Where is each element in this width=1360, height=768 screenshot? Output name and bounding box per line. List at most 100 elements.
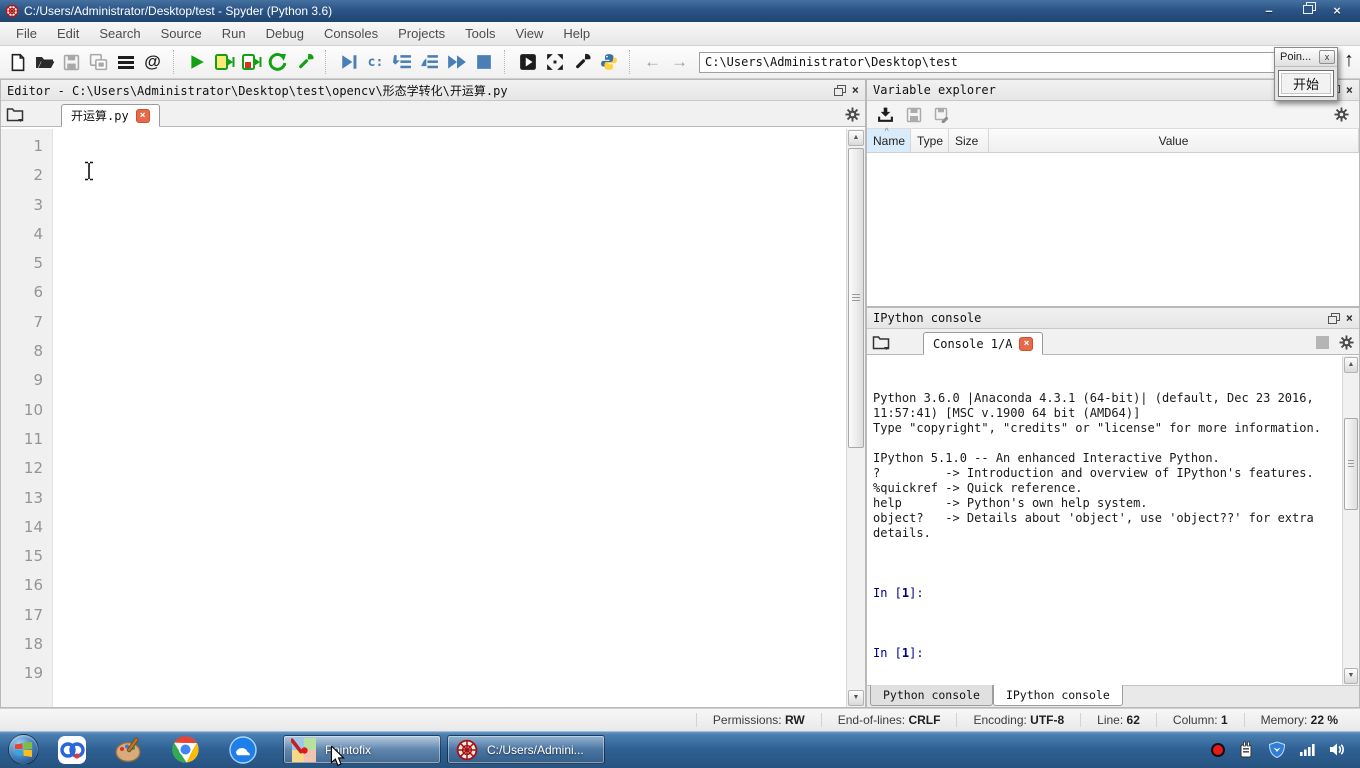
outline-list-icon [117, 55, 134, 69]
new-file-button[interactable] [4, 49, 31, 76]
scroll-down-button[interactable]: ▼ [848, 690, 864, 706]
menu-item[interactable]: Debug [256, 23, 314, 44]
maximize-pane-button[interactable] [514, 49, 541, 76]
menu-item[interactable]: Search [89, 23, 150, 44]
editor-options-gear-icon[interactable] [845, 107, 860, 122]
pointofix-mini-window[interactable]: Poin... x 开始 [1274, 47, 1338, 101]
pointofix-start-button[interactable]: 开始 [1278, 70, 1334, 97]
menu-item[interactable]: File [6, 23, 47, 44]
close-pane-icon[interactable]: × [1346, 84, 1353, 96]
column-header-value[interactable]: Value [989, 129, 1359, 152]
pinned-app-chrome[interactable] [169, 733, 202, 766]
scrollbar-thumb[interactable] [1344, 418, 1358, 510]
interrupt-kernel-icon[interactable] [1316, 336, 1329, 349]
save-all-button[interactable] [85, 49, 112, 76]
parent-directory-button[interactable]: ↑ [1344, 49, 1354, 72]
line-number: 6 [33, 283, 43, 302]
import-data-icon[interactable] [877, 107, 894, 123]
python-env-button[interactable] [595, 49, 622, 76]
minimize-button[interactable]: – [1259, 2, 1279, 20]
speaker-volume-icon[interactable] [1329, 742, 1346, 757]
pinned-app-paint[interactable] [112, 733, 145, 766]
save-file-button[interactable] [58, 49, 85, 76]
save-data-as-icon[interactable] [934, 107, 951, 123]
rerun-cell-button[interactable] [264, 49, 291, 76]
run-cell-button[interactable] [210, 49, 237, 76]
close-button[interactable]: × [1327, 2, 1347, 20]
debug-run-line-button[interactable]: c: [362, 49, 389, 76]
menu-item[interactable]: Source [151, 23, 212, 44]
editor-code-area[interactable] [53, 129, 846, 707]
pinned-app-browser-q[interactable] [226, 733, 259, 766]
tab-ipython-console[interactable]: IPython console [992, 685, 1123, 706]
menu-item[interactable]: Consoles [314, 23, 388, 44]
pinned-app-netdisk[interactable] [55, 733, 88, 766]
fullscreen-button[interactable] [541, 49, 568, 76]
working-directory-input[interactable]: C:\Users\Administrator\Desktop\test [699, 51, 1320, 73]
power-plug-icon[interactable] [1239, 741, 1255, 758]
run-cell-advance-button[interactable] [237, 49, 264, 76]
browse-tabs-button[interactable] [1, 102, 29, 126]
editor-vertical-scrollbar[interactable]: ▲ ▼ [846, 129, 865, 707]
menu-item[interactable]: Edit [47, 23, 89, 44]
debug-file-button[interactable] [335, 49, 362, 76]
browse-tabs-icon [872, 336, 890, 350]
debug-step-return-button[interactable] [416, 49, 443, 76]
column-header-size[interactable]: Size [949, 129, 989, 152]
menu-item[interactable]: View [505, 23, 553, 44]
run-file-button[interactable] [183, 49, 210, 76]
options-gear-icon[interactable] [1334, 107, 1349, 122]
scroll-down-button[interactable]: ▼ [1344, 668, 1358, 684]
column-header-name[interactable]: ^ Name [867, 126, 911, 152]
console-output-area[interactable]: Python 3.6.0 |Anaconda 4.3.1 (64-bit)| (… [867, 356, 1359, 685]
restore-button[interactable] [1293, 2, 1313, 20]
scrollbar-thumb[interactable] [848, 148, 864, 448]
menu-item[interactable]: Tools [455, 23, 505, 44]
console-vertical-scrollbar[interactable]: ▲ ▼ [1342, 356, 1359, 685]
debug-stop-button[interactable] [470, 49, 497, 76]
column-header-type[interactable]: Type [911, 129, 949, 152]
console-options-gear-icon[interactable] [1339, 335, 1354, 350]
taskbar-button-spyder[interactable]: C:/Users/Admini... [447, 735, 605, 764]
forward-button[interactable]: → [666, 49, 693, 76]
menu-item[interactable]: Run [212, 23, 256, 44]
close-pane-icon[interactable]: × [1346, 312, 1353, 324]
save-data-icon[interactable] [906, 107, 922, 123]
rerun-icon [268, 52, 287, 71]
undock-pane-icon[interactable] [1327, 313, 1340, 324]
security-shield-icon[interactable] [1268, 741, 1286, 758]
pointofix-title-bar[interactable]: Poin... x [1275, 48, 1337, 67]
scroll-up-button[interactable]: ▲ [848, 130, 864, 146]
debug-step-into-button[interactable] [389, 49, 416, 76]
menu-item[interactable]: Projects [388, 23, 455, 44]
browse-tabs-button[interactable] [867, 330, 895, 354]
title-bar[interactable]: C:/Users/Administrator/Desktop/test - Sp… [0, 0, 1360, 22]
tab-close-icon[interactable]: × [135, 108, 150, 123]
pointofix-close-button[interactable]: x [1319, 50, 1335, 64]
back-button[interactable]: ← [639, 49, 666, 76]
run-configuration-button[interactable] [291, 49, 318, 76]
console-tab[interactable]: Console 1/A × [923, 332, 1044, 355]
scroll-up-button[interactable]: ▲ [1344, 357, 1358, 373]
variable-table-body[interactable] [867, 181, 1359, 306]
editor-body[interactable]: 1 2 3 4 5 6 7 8 9 10 11 12 13 14 15 16 17 18 19 ▲ ▼ [1, 129, 865, 707]
editor-file-tab[interactable]: 开运算.py × [61, 104, 160, 127]
open-file-button[interactable] [31, 49, 58, 76]
taskbar-button-pointofix[interactable]: Pointofix [283, 735, 441, 764]
line-number: 5 [33, 254, 43, 273]
tools-button[interactable] [568, 49, 595, 76]
file-switcher-button[interactable] [112, 49, 139, 76]
tab-close-icon[interactable]: × [1019, 336, 1034, 351]
menu-item[interactable]: Help [553, 23, 600, 44]
editor-tab-label: 开运算.py [71, 109, 129, 123]
console-tab-label: Console 1/A [933, 336, 1013, 351]
debug-continue-button[interactable] [443, 49, 470, 76]
network-signal-icon[interactable] [1299, 743, 1316, 757]
editor-tab-bar: 开运算.py × [1, 101, 865, 127]
symbol-finder-button[interactable]: @ [139, 49, 166, 76]
start-button[interactable] [8, 734, 39, 765]
recording-indicator-icon[interactable] [1210, 742, 1226, 758]
undock-pane-icon[interactable] [833, 85, 846, 96]
close-pane-icon[interactable]: × [852, 84, 859, 96]
tab-python-console[interactable]: Python console [870, 685, 993, 706]
